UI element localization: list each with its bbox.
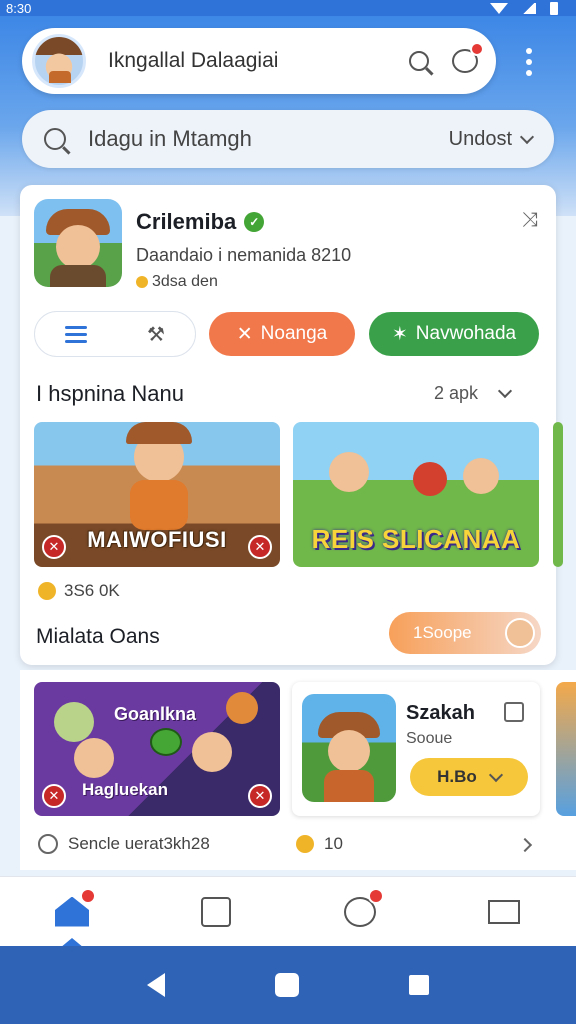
coin-icon: [136, 276, 148, 288]
coin-icon: [296, 835, 314, 853]
profile-coins: 3dsa den: [136, 273, 218, 291]
system-nav-bar: [0, 946, 576, 1024]
verified-icon: ✓: [244, 212, 265, 232]
green-button-label: Navwohada: [415, 323, 517, 344]
section-title: I hspnina Nanu: [36, 381, 184, 406]
recents-icon[interactable]: [409, 975, 429, 995]
price-label: H.Bo: [437, 767, 477, 786]
game-tile-label: REIS SLICANAA: [311, 524, 521, 554]
row2-info: Sencle uerat3kh28: [38, 834, 210, 854]
search-icon: [44, 128, 66, 150]
nav-library[interactable]: [186, 882, 246, 942]
status-time: 8:30: [6, 0, 32, 16]
play-icon[interactable]: ✕: [42, 535, 66, 559]
stats-row: 3S6 0K: [38, 581, 120, 601]
more-options-icon[interactable]: [526, 48, 532, 76]
coins-text: 3dsa den: [152, 273, 218, 290]
nav-mail[interactable]: [474, 882, 534, 942]
search-text[interactable]: Ikngallal Dalaagiai: [108, 49, 402, 73]
settings-icon: [38, 834, 58, 854]
secondary-search-text[interactable]: Idagu in Mtamgh: [88, 126, 449, 152]
wifi-icon: [490, 2, 508, 14]
notification-dot: [80, 887, 96, 904]
chevron-down-icon: [497, 383, 513, 399]
profile-name: Crilemiba ✓: [136, 209, 265, 235]
chevron-down-icon: [488, 767, 503, 782]
battery-icon: [550, 1, 558, 15]
section-sort[interactable]: 2 apk: [434, 383, 513, 404]
green-action-button[interactable]: ✶ Navwohada: [369, 312, 539, 356]
price-button[interactable]: H.Bo: [410, 758, 528, 796]
view-toggle: ⚒: [34, 311, 196, 357]
main-card: Crilemiba ✓ ⤨ Daandaio i nemanida 8210 3…: [20, 185, 563, 665]
profile-picture[interactable]: [34, 199, 122, 287]
row2-count: 10: [296, 834, 343, 854]
back-icon[interactable]: [147, 973, 165, 997]
second-row: Goanlkna Hagluekan ✕ ✕ Szakah Sooue H.Bo…: [20, 670, 576, 870]
mini-avatar: [505, 618, 535, 648]
search-button[interactable]: [402, 44, 436, 78]
row2-count-text: 10: [324, 834, 343, 853]
chat-button[interactable]: [448, 42, 484, 78]
app-card-peek[interactable]: [556, 682, 576, 816]
game-tile[interactable]: MAIWOFIUSI ✕ ✕: [34, 422, 280, 567]
secondary-search-bar[interactable]: Idagu in Mtamgh Undost: [22, 110, 554, 168]
app-subtitle: Sooue: [406, 730, 453, 747]
star-icon: ✶: [391, 323, 408, 345]
nav-home[interactable]: [42, 882, 102, 948]
user-avatar[interactable]: [32, 34, 86, 88]
promo-label-bottom: Hagluekan: [82, 780, 168, 799]
list-view-icon[interactable]: [65, 325, 88, 343]
orange-action-button[interactable]: ✕ Noanga: [209, 312, 355, 356]
profile-subtitle: Daandaio i nemanida 8210: [136, 245, 352, 265]
mail-icon: [488, 899, 520, 924]
play-icon[interactable]: ✕: [42, 784, 66, 808]
chevron-right-icon[interactable]: [517, 837, 533, 853]
filter-label: Undost: [448, 127, 512, 150]
filter-dropdown[interactable]: Undost: [448, 127, 535, 151]
profile-name-text: Crilemiba: [136, 209, 237, 234]
promo-label-top: Goanlkna: [114, 704, 197, 724]
chevron-down-icon: [519, 129, 535, 144]
gradient-button-label: 1Soope: [413, 623, 472, 642]
promo-tile[interactable]: Goanlkna Hagluekan ✕ ✕: [34, 682, 280, 816]
section-count: 2 apk: [434, 383, 479, 403]
orange-button-label: Noanga: [260, 323, 328, 344]
signal-icon: [522, 2, 536, 14]
gradient-action-button[interactable]: 1Soope: [389, 612, 541, 654]
tools-icon[interactable]: ⚒: [147, 322, 165, 347]
tools-icon[interactable]: ✕: [248, 535, 272, 559]
game-tile-label: MAIWOFIUSI: [87, 527, 227, 552]
notification-dot: [470, 42, 484, 56]
chat-icon: [150, 728, 182, 756]
row2-info-text: Sencle uerat3kh28: [68, 834, 210, 853]
notification-dot: [368, 887, 384, 904]
home-button-icon[interactable]: [275, 973, 299, 997]
tools-icon[interactable]: ✕: [248, 784, 272, 808]
top-search-bar[interactable]: Ikngallal Dalaagiai: [22, 28, 496, 94]
nav-chat[interactable]: [330, 882, 390, 942]
bottom-nav: [0, 876, 576, 948]
cross-tools-icon: ✕: [236, 323, 253, 345]
search-icon: [409, 51, 429, 71]
share-icon[interactable]: ⤨: [522, 209, 538, 232]
card-footer-title: Mialata Oans: [36, 625, 160, 648]
stats-text: 3S6 0K: [64, 581, 120, 600]
square-icon[interactable]: [504, 702, 524, 722]
app-card[interactable]: Szakah Sooue H.Bo: [292, 682, 540, 816]
game-tile-peek[interactable]: [553, 422, 563, 567]
app-icon[interactable]: [302, 694, 396, 802]
game-tile[interactable]: REIS SLICANAA: [293, 422, 539, 567]
status-bar: 8:30: [0, 0, 576, 16]
coin-icon: [38, 582, 56, 600]
library-icon: [201, 896, 231, 927]
status-icons: [490, 1, 558, 15]
app-title: Szakah: [406, 702, 475, 724]
